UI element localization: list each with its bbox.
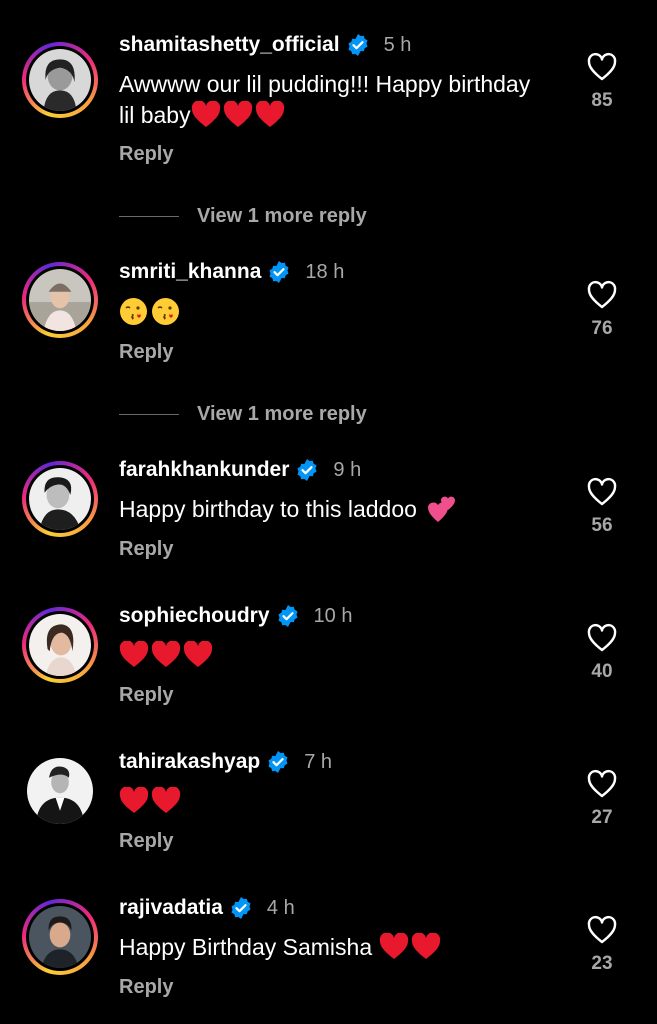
red-heart-emoji bbox=[223, 100, 253, 128]
view-more-replies[interactable]: View 1 more reply bbox=[119, 205, 367, 228]
avatar-photo bbox=[29, 906, 91, 968]
face-blowing-kiss-emoji bbox=[151, 297, 180, 326]
verified-badge-icon bbox=[295, 458, 319, 482]
comment-time: 9 h bbox=[333, 458, 362, 481]
red-heart-emoji bbox=[119, 640, 149, 668]
red-heart-emoji bbox=[379, 932, 409, 960]
divider-line bbox=[119, 414, 179, 415]
like-count: 56 bbox=[591, 515, 613, 536]
heart-outline-icon[interactable] bbox=[586, 623, 618, 653]
red-heart-emoji bbox=[191, 100, 221, 128]
comment-text-content: Happy birthday to this laddoo bbox=[119, 496, 417, 522]
comment-text: Awwww our lil pudding!!! Happy birthday … bbox=[119, 69, 539, 131]
divider-line bbox=[119, 216, 179, 217]
avatar[interactable] bbox=[22, 753, 98, 829]
reply-button[interactable]: Reply bbox=[119, 341, 173, 364]
heart-outline-icon[interactable] bbox=[586, 52, 618, 82]
verified-badge-icon bbox=[276, 604, 300, 628]
username[interactable]: shamitashetty_official bbox=[119, 33, 340, 57]
heart-outline-icon[interactable] bbox=[586, 769, 618, 799]
avatar-photo bbox=[27, 758, 93, 824]
view-more-replies-label: View 1 more reply bbox=[197, 205, 367, 227]
comment-time: 10 h bbox=[313, 604, 353, 627]
avatar-photo bbox=[29, 269, 91, 331]
heart-outline-icon[interactable] bbox=[586, 280, 618, 310]
comment-text: Happy birthday to this laddoo bbox=[119, 494, 539, 525]
like-count: 27 bbox=[591, 807, 613, 828]
like-count: 40 bbox=[591, 661, 613, 682]
like-control: 27 bbox=[584, 769, 620, 829]
heart-outline-icon[interactable] bbox=[586, 915, 618, 945]
like-control: 23 bbox=[584, 915, 620, 975]
heart-outline-icon[interactable] bbox=[586, 477, 618, 507]
like-control: 40 bbox=[584, 623, 620, 683]
avatar-photo bbox=[29, 49, 91, 111]
username[interactable]: sophiechoudry bbox=[119, 604, 270, 628]
avatar[interactable] bbox=[22, 262, 98, 338]
avatar[interactable] bbox=[22, 899, 98, 975]
comment-text bbox=[119, 640, 539, 671]
reply-button[interactable]: Reply bbox=[119, 684, 173, 707]
username[interactable]: smriti_khanna bbox=[119, 260, 261, 284]
avatar-photo bbox=[29, 468, 91, 530]
verified-badge-icon bbox=[229, 896, 253, 920]
view-more-replies[interactable]: View 1 more reply bbox=[119, 403, 367, 426]
verified-badge-icon bbox=[267, 260, 291, 284]
red-heart-emoji bbox=[183, 640, 213, 668]
like-count: 85 bbox=[591, 90, 613, 111]
face-blowing-kiss-emoji bbox=[119, 297, 148, 326]
avatar-photo bbox=[29, 614, 91, 676]
verified-badge-icon bbox=[346, 33, 370, 57]
comment-text bbox=[119, 786, 539, 817]
red-heart-emoji bbox=[119, 786, 149, 814]
comment-time: 18 h bbox=[305, 260, 345, 283]
username[interactable]: farahkhankunder bbox=[119, 458, 289, 482]
red-heart-emoji bbox=[151, 640, 181, 668]
reply-button[interactable]: Reply bbox=[119, 976, 173, 999]
comment-text-content: Awwww our lil pudding!!! Happy birthday … bbox=[119, 71, 531, 128]
comment-text-content: Happy Birthday Samisha bbox=[119, 934, 373, 960]
username[interactable]: tahirakashyap bbox=[119, 750, 260, 774]
like-count: 76 bbox=[591, 318, 613, 339]
avatar[interactable] bbox=[22, 461, 98, 537]
username[interactable]: rajivadatia bbox=[119, 896, 223, 920]
avatar[interactable] bbox=[22, 607, 98, 683]
view-more-replies-label: View 1 more reply bbox=[197, 403, 367, 425]
like-control: 56 bbox=[584, 477, 620, 537]
comment-text bbox=[119, 297, 539, 328]
red-heart-emoji bbox=[255, 100, 285, 128]
like-count: 23 bbox=[591, 953, 613, 974]
verified-badge-icon bbox=[266, 750, 290, 774]
comment-text: Happy Birthday Samisha bbox=[119, 932, 539, 963]
avatar[interactable] bbox=[22, 42, 98, 118]
red-heart-emoji bbox=[411, 932, 441, 960]
like-control: 76 bbox=[584, 280, 620, 340]
two-hearts-emoji bbox=[427, 495, 457, 523]
comment-time: 5 h bbox=[383, 33, 412, 56]
reply-button[interactable]: Reply bbox=[119, 538, 173, 561]
comment-time: 4 h bbox=[266, 896, 295, 919]
reply-button[interactable]: Reply bbox=[119, 143, 173, 166]
like-control: 85 bbox=[584, 52, 620, 112]
reply-button[interactable]: Reply bbox=[119, 830, 173, 853]
comment-time: 7 h bbox=[304, 750, 333, 773]
red-heart-emoji bbox=[151, 786, 181, 814]
